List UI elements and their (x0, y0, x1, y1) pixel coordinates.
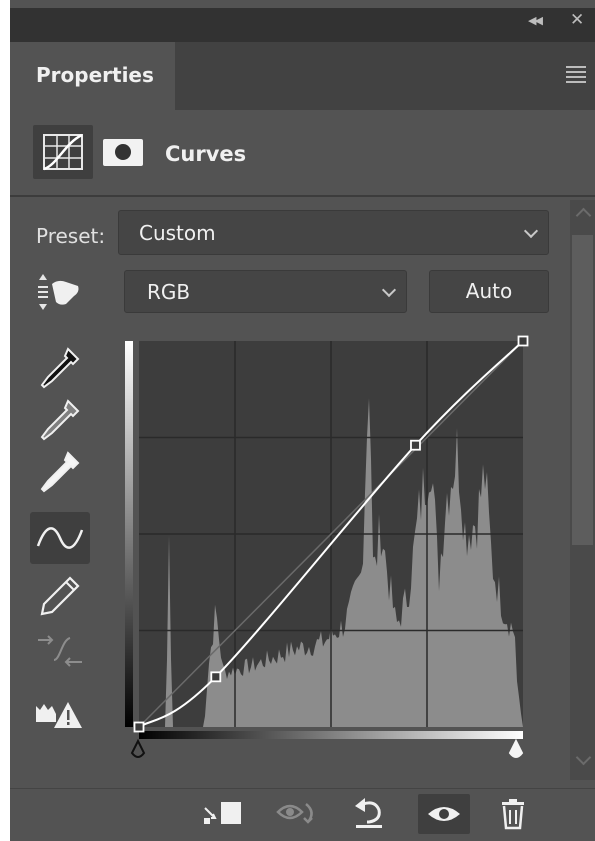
black-point-slider[interactable] (130, 738, 146, 758)
channel-value: RGB (147, 280, 191, 304)
channel-dropdown[interactable]: RGB (124, 270, 407, 313)
close-icon[interactable]: ✕ (570, 10, 584, 30)
visibility-eye-icon[interactable] (418, 794, 470, 834)
edit-points-curve-icon[interactable] (30, 512, 90, 564)
input-gradient-bar (139, 731, 523, 739)
white-point-eyedropper-icon[interactable] (30, 447, 90, 499)
white-point-slider[interactable] (508, 738, 524, 758)
curve-control-point[interactable] (210, 671, 222, 683)
chevron-down-icon (381, 282, 397, 298)
black-point-eyedropper-icon[interactable] (30, 343, 90, 395)
auto-button[interactable]: Auto (429, 270, 549, 313)
clipping-warning-icon[interactable] (30, 692, 90, 744)
preset-label: Preset: (36, 224, 106, 248)
preset-value: Custom (139, 221, 216, 245)
preset-dropdown[interactable]: Custom (118, 210, 549, 255)
curves-graph[interactable] (122, 335, 542, 775)
chevron-down-icon (523, 223, 539, 239)
scrollbar-thumb[interactable] (572, 235, 593, 545)
section-divider (10, 195, 595, 197)
trash-icon[interactable] (490, 794, 540, 834)
tab-properties-label: Properties (36, 63, 154, 87)
smooth-curve-icon (30, 622, 90, 674)
view-previous-state-icon[interactable] (270, 794, 328, 834)
pencil-draw-icon[interactable] (30, 568, 90, 620)
gray-point-eyedropper-icon[interactable] (30, 395, 90, 447)
adjustment-header (10, 110, 595, 195)
curve-control-point[interactable] (410, 439, 421, 451)
curve-control-point[interactable] (133, 721, 145, 733)
curve-control-point[interactable] (517, 335, 529, 347)
curves-grid-icon[interactable] (33, 125, 93, 179)
reset-icon[interactable] (345, 794, 395, 834)
on-image-adjust-icon[interactable] (30, 266, 90, 318)
output-gradient-bar (125, 341, 133, 727)
layer-mask-icon[interactable] (103, 139, 143, 166)
adjustment-title: Curves (165, 142, 247, 166)
hamburger-menu-icon[interactable] (566, 66, 586, 86)
double-chevron-left-icon[interactable]: ◀◀ (528, 14, 543, 27)
clip-to-layer-icon[interactable] (195, 794, 249, 834)
panel-titlebar (10, 8, 595, 42)
